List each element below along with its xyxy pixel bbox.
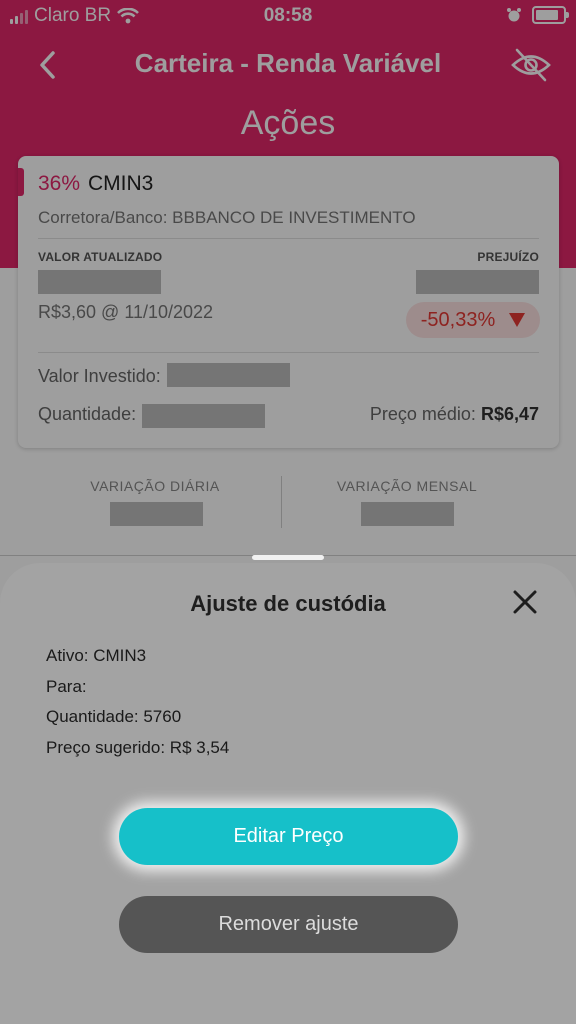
- custody-adjust-sheet: Ajuste de custódia Ativo: CMIN3 Para: Qu…: [0, 563, 576, 1024]
- quantity-info: Quantidade: 5760: [46, 707, 182, 726]
- sheet-title: Ajuste de custódia: [190, 591, 386, 616]
- sheet-grab-handle[interactable]: [252, 555, 324, 560]
- edit-price-button[interactable]: Editar Preço: [119, 808, 458, 865]
- suggested-price-info: Preço sugerido: R$ 3,54: [46, 738, 230, 757]
- remove-adjustment-button[interactable]: Remover ajuste: [119, 896, 458, 953]
- asset-info: Ativo: CMIN3: [46, 646, 147, 665]
- close-icon[interactable]: [510, 587, 540, 617]
- wallet-screen: Claro BR 08:58 Carteira - Renda Variável: [0, 0, 576, 1024]
- target-info: Para:: [46, 677, 87, 696]
